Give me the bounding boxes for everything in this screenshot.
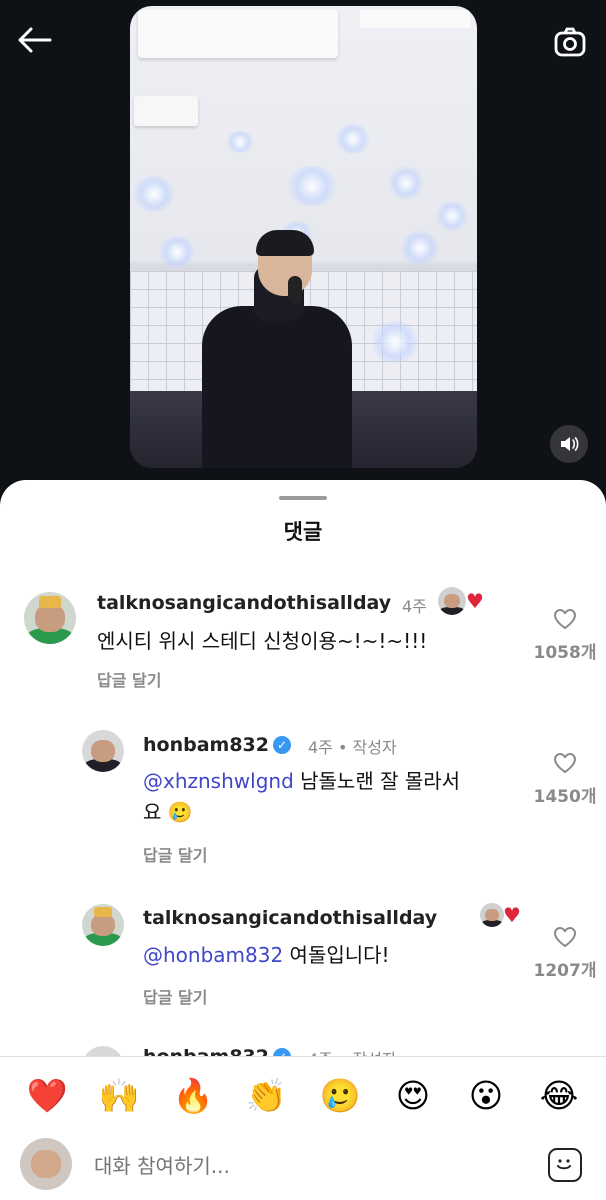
emoji-heart[interactable]: ❤️ xyxy=(25,1074,69,1118)
reply-button[interactable]: 답글 달기 xyxy=(97,667,161,691)
like-count: 1207개 xyxy=(533,961,597,981)
heart-icon: ♥ xyxy=(466,589,484,613)
singer xyxy=(202,306,352,468)
heart-icon: ♥ xyxy=(503,903,521,927)
emoji-raised-hands[interactable]: 🙌 xyxy=(97,1074,141,1118)
emoji-surprised[interactable]: 😮 xyxy=(464,1074,508,1118)
mention-link[interactable]: @honbam832 xyxy=(143,943,283,967)
like-button[interactable]: 1058개 xyxy=(525,608,605,663)
comment-time: 4주 xyxy=(402,597,427,616)
like-count: 1058개 xyxy=(533,643,597,663)
divider xyxy=(0,1056,606,1057)
comment-text: 엔시티 위시 스테디 신청이용~!~!~!!! xyxy=(97,629,428,653)
emoji-clap[interactable]: 👏 xyxy=(244,1074,288,1118)
comment-text: @honbam832 여돌입니다! xyxy=(143,943,390,967)
emoji-fire[interactable]: 🔥 xyxy=(171,1074,215,1118)
comment-input[interactable] xyxy=(92,1148,516,1184)
emoji-tear-smile[interactable]: 🥲 xyxy=(318,1074,362,1118)
like-button[interactable]: 1207개 xyxy=(525,926,605,981)
liked-by-author: ♥ xyxy=(438,587,490,615)
comment-time: 4주 • 작성자 xyxy=(308,1046,397,1056)
air-conditioner xyxy=(138,10,338,58)
mention-link[interactable]: @xhznshwlgnd xyxy=(143,769,294,793)
comment-username[interactable]: honbam832✓ xyxy=(143,734,291,756)
sticker-icon[interactable] xyxy=(548,1148,582,1182)
heart-outline-icon[interactable] xyxy=(553,752,577,774)
emoji-heart-eyes[interactable]: 😍 xyxy=(391,1074,435,1118)
comment-username[interactable]: honbam832✓ xyxy=(143,1046,291,1056)
comment-time: 4주 • 작성자 xyxy=(308,738,397,757)
reply-button[interactable]: 답글 달기 xyxy=(143,984,207,1008)
avatar[interactable] xyxy=(82,1046,124,1056)
avatar[interactable] xyxy=(82,730,124,772)
comment-text: @xhznshwlgnd 남돌노랜 잘 몰라서요 🥲 xyxy=(143,769,461,824)
sheet-title: 댓글 xyxy=(283,520,323,544)
verified-badge-icon: ✓ xyxy=(273,736,291,754)
speaker-icon[interactable] xyxy=(550,425,588,463)
emoji-laugh[interactable]: 😂 xyxy=(537,1074,581,1118)
comment-username[interactable]: talknosangicandothisallday xyxy=(143,907,437,929)
comment-username[interactable]: talknosangicandothisallday xyxy=(97,592,391,614)
drag-handle[interactable] xyxy=(279,496,327,500)
heart-outline-icon[interactable] xyxy=(553,608,577,630)
video-player[interactable] xyxy=(130,6,477,468)
avatar xyxy=(20,1138,72,1190)
emoji-bar: ❤️ 🙌 🔥 👏 🥲 😍 😮 😂 xyxy=(0,1064,606,1122)
comment-partial: honbam832✓ 4주 • 작성자 xyxy=(82,1042,606,1056)
arrow-left-icon[interactable] xyxy=(14,22,54,58)
camera-flip-icon[interactable] xyxy=(550,22,590,62)
avatar[interactable] xyxy=(24,592,76,644)
compose-bar xyxy=(0,1128,606,1200)
heart-outline-icon[interactable] xyxy=(553,926,577,948)
like-button[interactable]: 1450개 xyxy=(525,752,605,807)
microphone xyxy=(288,276,302,304)
reply-button[interactable]: 답글 달기 xyxy=(143,842,207,866)
like-count: 1450개 xyxy=(533,787,597,807)
avatar[interactable] xyxy=(82,904,124,946)
verified-badge-icon: ✓ xyxy=(273,1048,291,1056)
